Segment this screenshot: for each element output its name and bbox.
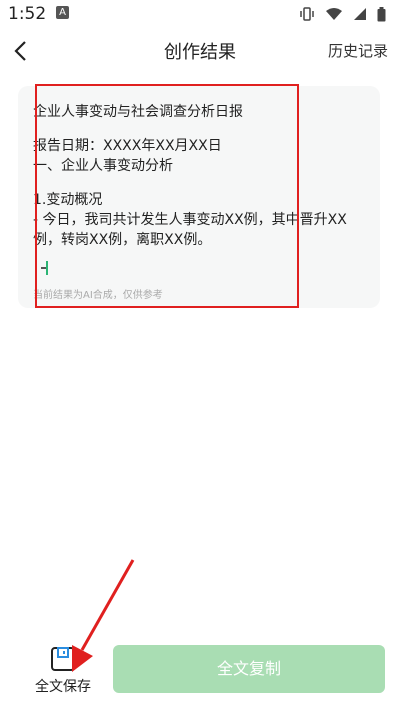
status-bar: 1:52 A <box>0 0 400 28</box>
history-button[interactable]: 历史记录 <box>328 40 388 61</box>
report-date: 报告日期：XXXX年XX月XX日 <box>33 138 222 154</box>
section-heading: 一、企业人事变动分析 <box>33 158 173 174</box>
ai-disclaimer: 当前结果为AI合成，仅供参考 <box>33 290 163 301</box>
vibrate-icon <box>300 7 314 21</box>
status-icons <box>299 6 386 22</box>
signal-icon <box>354 8 366 20</box>
save-all-button[interactable]: 全文保存 <box>28 640 98 700</box>
result-text[interactable]: 企业人事变动与社会调查分析日报 报告日期：XXXX年XX月XX日 一、企业人事变… <box>33 102 363 278</box>
save-icon <box>51 647 75 671</box>
status-time: 1:52 <box>8 4 47 24</box>
notification-icon: A <box>56 6 69 19</box>
text-cursor <box>46 261 48 275</box>
copy-all-button[interactable]: 全文复制 <box>113 645 385 693</box>
result-card: 企业人事变动与社会调查分析日报 报告日期：XXXX年XX月XX日 一、企业人事变… <box>18 86 380 308</box>
body-line: 例，转岗XX例，离职XX例。 <box>33 232 212 248</box>
report-title: 企业人事变动与社会调查分析日报 <box>33 104 243 120</box>
header: 创作结果 历史记录 <box>0 30 400 74</box>
battery-icon <box>377 6 386 21</box>
subsection-heading: 1.变动概况 <box>33 192 103 208</box>
save-all-label: 全文保存 <box>35 679 91 695</box>
wifi-icon <box>326 8 342 20</box>
body-line: - 今日，我司共计发生人事变动XX例，其中晋升XX <box>33 212 347 228</box>
